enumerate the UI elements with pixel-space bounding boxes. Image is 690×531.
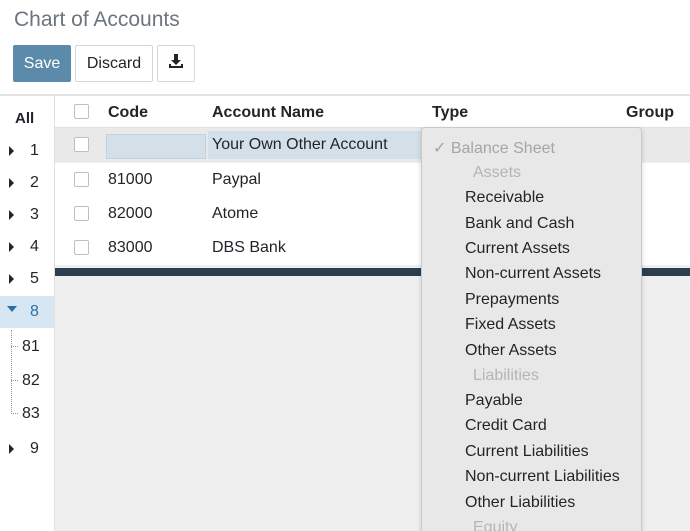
sidebar-item-3[interactable]: 3 (0, 203, 54, 229)
tree-connector (11, 330, 12, 414)
cell-account-name: Atome (212, 205, 259, 222)
column-header-group[interactable]: Group (626, 104, 674, 122)
dropdown-group-assets: Assets (473, 164, 522, 181)
cell-code: 83000 (108, 239, 153, 256)
dropdown-option[interactable]: Non-current Assets (465, 265, 601, 283)
cell-account-name: Paypal (212, 171, 261, 188)
sidebar-subitem-81[interactable]: 81 (22, 338, 40, 356)
sidebar: All 1 2 3 4 5 8 81 82 83 9 (0, 96, 55, 531)
sidebar-item-1[interactable]: 1 (0, 139, 54, 165)
caret-right-icon (9, 274, 14, 284)
sidebar-item-8[interactable]: 8 (0, 296, 54, 328)
save-button[interactable]: Save (13, 45, 71, 82)
row-checkbox[interactable] (74, 137, 89, 152)
row-checkbox[interactable] (74, 172, 89, 187)
dropdown-option[interactable]: Other Assets (465, 342, 557, 360)
type-dropdown[interactable]: ✓ Balance Sheet Assets Receivable Bank a… (421, 127, 642, 531)
sidebar-item-4[interactable]: 4 (0, 235, 54, 261)
caret-right-icon (9, 242, 14, 252)
caret-down-icon (7, 306, 17, 312)
dropdown-option[interactable]: Credit Card (465, 417, 547, 435)
sidebar-item-label: 1 (30, 142, 39, 159)
dropdown-option-balance-sheet[interactable]: ✓ Balance Sheet (433, 138, 555, 158)
sidebar-item-2[interactable]: 2 (0, 171, 54, 197)
code-input[interactable] (106, 134, 206, 159)
page-title: Chart of Accounts (14, 8, 180, 31)
select-all-checkbox[interactable] (74, 104, 89, 119)
column-header-account-name[interactable]: Account Name (212, 104, 324, 122)
download-button[interactable] (157, 45, 195, 82)
caret-right-icon (9, 444, 14, 454)
dropdown-option[interactable]: Current Liabilities (465, 443, 589, 461)
cell-account-name: DBS Bank (212, 239, 286, 256)
download-icon (168, 53, 184, 74)
sidebar-item-label: 2 (30, 174, 39, 191)
dropdown-option[interactable]: Non-current Liabilities (465, 468, 620, 486)
dropdown-option[interactable]: Other Liabilities (465, 494, 575, 512)
sidebar-item-all[interactable]: All (15, 110, 34, 127)
row-checkbox[interactable] (74, 240, 89, 255)
tree-branch (11, 346, 18, 347)
dropdown-option[interactable]: Receivable (465, 189, 544, 207)
cell-code: 81000 (108, 171, 153, 188)
dropdown-group-liabilities: Liabilities (473, 367, 539, 384)
caret-right-icon (9, 178, 14, 188)
discard-button[interactable]: Discard (75, 45, 153, 82)
caret-right-icon (9, 210, 14, 220)
sidebar-subitem-82[interactable]: 82 (22, 372, 40, 390)
sidebar-item-label: 4 (30, 238, 39, 255)
tree-branch (11, 380, 18, 381)
sidebar-subitem-83[interactable]: 83 (22, 405, 40, 423)
dropdown-option[interactable]: Current Assets (465, 240, 570, 258)
sidebar-item-label: 5 (30, 270, 39, 287)
dropdown-option[interactable]: Bank and Cash (465, 215, 574, 233)
dropdown-option[interactable]: Fixed Assets (465, 316, 556, 334)
cell-code: 82000 (108, 205, 153, 222)
dropdown-group-equity: Equity (473, 519, 518, 531)
dropdown-option[interactable]: Payable (465, 392, 523, 410)
sidebar-item-9[interactable]: 9 (0, 437, 54, 463)
sidebar-item-label: 3 (30, 206, 39, 223)
table-header: Code Account Name Type Group (55, 96, 690, 128)
sidebar-item-label: 8 (30, 303, 39, 320)
dropdown-option[interactable]: Prepayments (465, 291, 559, 309)
row-checkbox[interactable] (74, 206, 89, 221)
caret-right-icon (9, 146, 14, 156)
sidebar-item-label: 9 (30, 440, 39, 457)
account-name-input[interactable]: Your Own Other Account (208, 131, 423, 159)
column-header-type[interactable]: Type (432, 104, 468, 122)
sidebar-item-5[interactable]: 5 (0, 267, 54, 293)
tree-branch (11, 413, 18, 414)
column-header-code[interactable]: Code (108, 104, 148, 122)
